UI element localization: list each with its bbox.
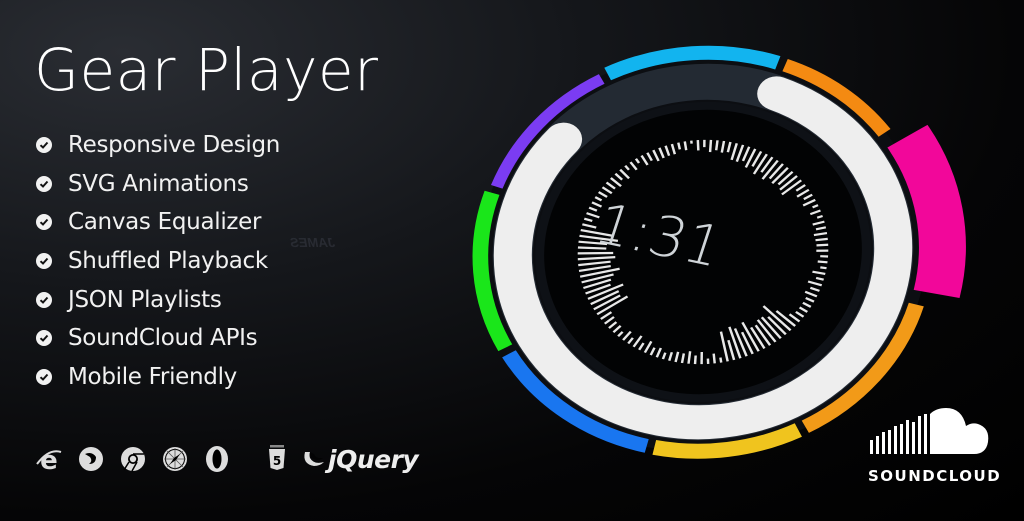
- equalizer-bar: [693, 355, 697, 365]
- equalizer-bar: [706, 358, 710, 364]
- equalizer-bar: [816, 243, 829, 247]
- equalizer-bar: [683, 141, 688, 151]
- soundcloud-icon: [870, 408, 989, 454]
- equalizer-bar: [712, 353, 716, 364]
- equalizer-bar: [719, 357, 723, 363]
- equalizer-bar: [703, 139, 706, 148]
- equalizer-bar: [815, 237, 828, 242]
- equalizer-bar: [696, 140, 700, 151]
- equalizer-bar: [816, 249, 829, 252]
- equalizer-bar: [820, 266, 827, 270]
- soundcloud-logo: SOUNDCLOUD: [868, 406, 1002, 485]
- equalizer-bar: [677, 142, 682, 150]
- soundcloud-label: SOUNDCLOUD: [868, 467, 1002, 485]
- equalizer-bar: [820, 255, 829, 258]
- equalizer-bar: [700, 351, 703, 365]
